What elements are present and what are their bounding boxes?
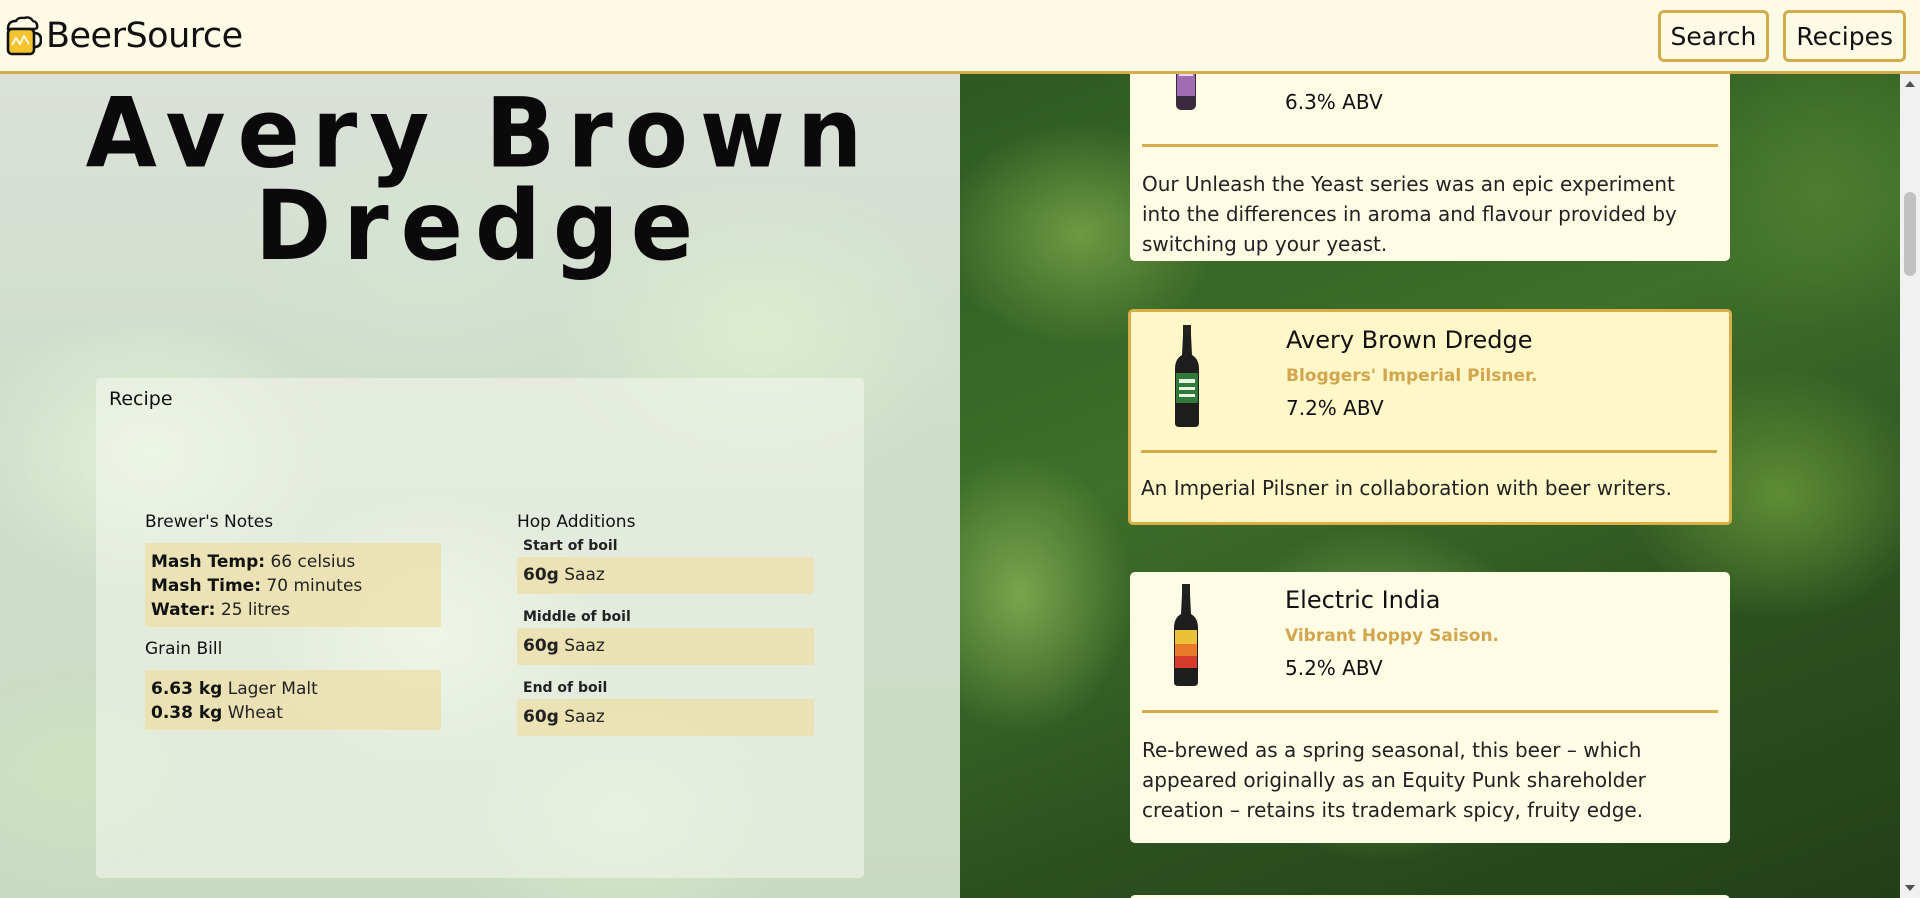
brand-name: BeerSource [46,15,243,56]
beer-bottle-icon [1174,584,1198,686]
recipe-card: Recipe Brewer's Notes Mash Temp: 66 cels… [96,378,864,878]
mash-time-row: Mash Time: 70 minutes [151,576,363,596]
beer-title: Avery Brown Dredge [85,77,875,282]
grain-item: 0.38 kg Wheat [151,703,283,723]
recipe-heading: Recipe [109,388,173,410]
beer-detail-panel: Avery Brown Dredge Recipe Brewer's Notes… [0,74,960,898]
beer-description: Our Unleash the Yeast series was an epic… [1142,172,1677,256]
card-divider [1142,710,1718,713]
top-navbar: BeerSource Search Recipes [0,0,1920,74]
beer-abv: 6.3% ABV [1285,90,1383,114]
hop-stage-label: Middle of boil [523,609,631,625]
recipes-button[interactable]: Recipes [1783,10,1906,62]
grain-bill-title: Grain Bill [145,639,223,659]
hop-stage-label: End of boil [523,680,608,696]
hop-addition-box: 60g Saaz [517,628,814,665]
card-divider [1142,144,1718,147]
scroll-up-icon[interactable] [1905,81,1915,87]
scroll-down-icon[interactable] [1905,885,1915,891]
beer-name: Electric India [1285,586,1441,614]
beer-card-selected[interactable]: Avery Brown Dredge Bloggers' Imperial Pi… [1128,309,1732,525]
scroll-thumb[interactable] [1904,192,1916,276]
scrollbar[interactable] [1900,74,1920,898]
grain-item: 6.63 kg Lager Malt [151,679,318,699]
mash-temp-row: Mash Temp: 66 celsius [151,552,356,572]
beer-description: An Imperial Pilsner in collaboration wit… [1141,476,1672,500]
beer-list-panel: 6.3% ABV Our Unleash the Yeast series wa… [960,74,1920,898]
beer-tagline: Vibrant Hoppy Saison. [1285,626,1500,646]
brand[interactable]: BeerSource [4,15,243,57]
beer-bottle-icon [1176,74,1196,110]
card-divider [1141,450,1717,453]
beer-description: Re-brewed as a spring seasonal, this bee… [1142,738,1646,822]
brewers-notes-box: Mash Temp: 66 celsius Mash Time: 70 minu… [145,543,441,627]
brewers-notes-title: Brewer's Notes [145,512,274,532]
beer-name: Avery Brown Dredge [1286,326,1533,354]
recipe-left-column: Brewer's Notes Mash Temp: 66 celsius Mas… [145,512,441,742]
beer-tagline: Bloggers' Imperial Pilsner. [1286,366,1538,386]
beer-card[interactable]: 6.3% ABV Our Unleash the Yeast series wa… [1130,74,1730,261]
hop-addition-box: 60g Saaz [517,699,814,736]
beer-abv: 7.2% ABV [1286,396,1384,420]
beer-bottle-icon [1175,325,1199,427]
recipe-right-column: Hop Additions Start of boil 60g Saaz Mid… [517,512,814,751]
grain-bill-box: 6.63 kg Lager Malt 0.38 kg Wheat [145,670,441,730]
water-row: Water: 25 litres [151,600,290,620]
hop-stage-label: Start of boil [523,538,618,554]
beer-abv: 5.2% ABV [1285,656,1383,680]
beer-card[interactable]: Electric India Vibrant Hoppy Saison. 5.2… [1130,572,1730,843]
hop-addition-box: 60g Saaz [517,557,814,594]
search-button[interactable]: Search [1657,10,1770,62]
hop-additions-title: Hop Additions [517,512,636,532]
beer-mug-icon [6,15,42,55]
header-nav: Search Recipes [1657,10,1906,62]
